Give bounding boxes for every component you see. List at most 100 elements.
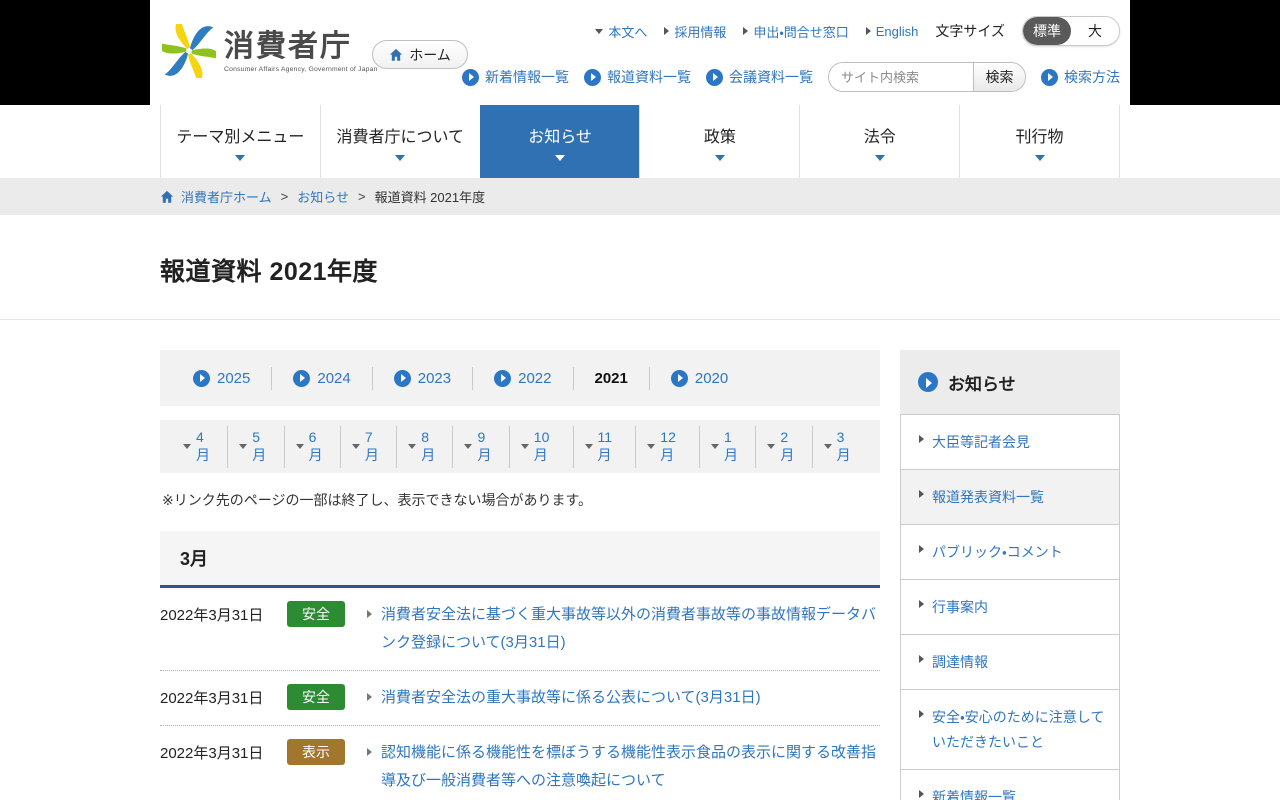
news-row: 2022年3月31日 表示 認知機能に係る機能性を標ぼうする機能性表示食品の表示… — [160, 726, 880, 800]
arrow-marker-icon — [595, 28, 604, 34]
utility-link[interactable]: 採用情報 — [664, 22, 726, 41]
quick-link-label: 新着情報一覧 — [485, 69, 569, 85]
chevron-down-icon — [714, 154, 725, 161]
sidebar-item-label: 大臣等記者会見 — [932, 434, 1030, 450]
breadcrumb-item[interactable]: 消費者庁ホーム — [181, 187, 272, 206]
month-tab[interactable]: 8月 — [397, 425, 454, 468]
sidebar-item[interactable]: 大臣等記者会見 — [901, 414, 1119, 469]
sidebar-item-label: 調達情報 — [932, 654, 988, 670]
quick-link[interactable]: 新着情報一覧 — [462, 67, 569, 87]
search-button[interactable]: 検索 — [973, 63, 1025, 91]
month-tab[interactable]: 1月 — [700, 425, 757, 468]
month-tab[interactable]: 11月 — [574, 425, 637, 468]
nav-tab[interactable]: 政策 — [639, 105, 799, 178]
search-help-link[interactable]: 検索方法 — [1041, 67, 1120, 87]
news-row: 2022年3月31日 安全 消費者安全法に基づく重大事故等以外の消費者事故等の事… — [160, 588, 880, 671]
nav-tab-label: お知らせ — [528, 128, 592, 146]
category-badge: 安全 — [287, 601, 345, 627]
page-title: 報道資料 2021年度 — [160, 258, 379, 286]
sidebar-item[interactable]: 安全・安心のために注意していただきたいこと — [901, 689, 1119, 769]
triangle-right-icon — [919, 655, 924, 663]
sidebar-item[interactable]: 新着情報一覧 — [901, 769, 1119, 800]
breadcrumb-band: 消費者庁ホーム お知らせ 報道資料 2021年度 — [0, 178, 1280, 215]
font-size-option-button[interactable]: 大 — [1071, 17, 1119, 45]
month-tab[interactable]: 7月 — [341, 425, 398, 468]
sidebar-list: 大臣等記者会見 報道発表資料一覧 パブリック・コメント 行事案内 調達情報 安全… — [900, 414, 1120, 800]
news-link[interactable]: 認知機能に係る機能性を標ぼうする機能性表示食品の表示に関する改善指導及び一般消費… — [367, 739, 880, 795]
year-tab[interactable]: 2022 — [473, 366, 574, 390]
utility-link[interactable]: 申出・問合せ窓口 — [743, 22, 849, 41]
triangle-down-icon — [823, 444, 832, 449]
circle-arrow-icon — [193, 369, 210, 387]
utility-link[interactable]: English — [865, 24, 918, 39]
news-title: 認知機能に係る機能性を標ぼうする機能性表示食品の表示に関する改善指導及び一般消費… — [381, 744, 877, 789]
chevron-down-icon — [395, 154, 406, 161]
chevron-down-icon — [874, 154, 885, 161]
nav-tab[interactable]: 消費者庁について — [319, 105, 480, 178]
nav-tab[interactable]: 法令 — [799, 105, 959, 178]
month-tab[interactable]: 5月 — [228, 425, 285, 468]
sidebar-item[interactable]: 報道発表資料一覧 — [901, 469, 1119, 524]
month-tab-label: 7月 — [364, 428, 379, 463]
breadcrumb-home-icon[interactable] — [160, 190, 174, 204]
triangle-down-icon — [647, 444, 656, 449]
sidebar-item-label: パブリック・コメント — [932, 544, 1063, 560]
quick-links-row: 新着情報一覧 報道資料一覧 会議資料一覧 サイト内検索 検索 検索方法 — [462, 62, 1120, 92]
triangle-right-icon — [919, 490, 924, 498]
main-content: 2025 2024 2023 2022 2021 2020 4月 5月 6月 7… — [160, 320, 1120, 800]
breadcrumb-label: お知らせ — [297, 190, 349, 205]
month-tab-label: 9月 — [477, 428, 492, 463]
circle-arrow-icon — [293, 369, 311, 387]
month-tab[interactable]: 6月 — [285, 425, 341, 468]
utility-link-label: 本文へ — [608, 24, 648, 40]
year-tab[interactable]: 2020 — [650, 367, 749, 390]
year-tab[interactable]: 2024 — [272, 366, 373, 390]
month-tab[interactable]: 10月 — [510, 425, 574, 468]
news-link[interactable]: 消費者安全法に基づく重大事故等以外の消費者事故等の事故情報データバンク登録につい… — [367, 601, 880, 657]
breadcrumb-item[interactable]: お知らせ — [272, 187, 349, 206]
news-link[interactable]: 消費者安全法の重大事故等に係る公表について(3月31日) — [367, 684, 880, 712]
month-tab[interactable]: 2月 — [756, 425, 813, 468]
home-button[interactable]: ホーム — [372, 40, 468, 69]
breadcrumb-label: 消費者庁ホーム — [181, 190, 272, 205]
sidebar: お知らせ 大臣等記者会見 報道発表資料一覧 パブリック・コメント 行事案内 調達… — [900, 350, 1120, 800]
month-tab[interactable]: 4月 — [172, 425, 229, 468]
year-tab[interactable]: 2023 — [373, 366, 474, 390]
sidebar-item[interactable]: 調達情報 — [901, 634, 1119, 689]
nav-tab[interactable]: 刊行物 — [959, 105, 1120, 178]
month-tab[interactable]: 9月 — [453, 425, 510, 468]
note-text: ※リンク先のページの一部は終了し、表示できない場合があります。 — [162, 492, 593, 508]
circle-arrow-icon — [393, 369, 411, 387]
news-title: 消費者安全法の重大事故等に係る公表について(3月31日) — [381, 689, 761, 706]
triangle-down-icon — [711, 444, 720, 449]
utility-link-label: 採用情報 — [674, 24, 727, 40]
header-right: 本文へ 採用情報 申出・問合せ窓口 English 文字サイズ 標準 大 新着情… — [462, 16, 1120, 92]
breadcrumb: 消費者庁ホーム お知らせ 報道資料 2021年度 — [160, 178, 1120, 215]
year-tab-label: 2025 — [217, 369, 251, 387]
year-tab[interactable]: 2025 — [172, 366, 273, 390]
month-tab[interactable]: 12月 — [636, 425, 701, 468]
search-input[interactable] — [829, 63, 973, 91]
month-tab[interactable]: 3月 — [813, 426, 868, 468]
news-row: 2022年3月31日 安全 消費者安全法の重大事故等に係る公表について(3月31… — [160, 671, 880, 726]
breadcrumb-label: 報道資料 2021年度 — [374, 190, 486, 205]
quick-link[interactable]: 会議資料一覧 — [706, 67, 813, 87]
font-size-option-button[interactable]: 標準 — [1023, 17, 1071, 45]
quick-link[interactable]: 報道資料一覧 — [584, 67, 691, 87]
agency-logo[interactable]: 消費者庁 Consumer Affairs Agency, Government… — [162, 24, 378, 78]
year-tab[interactable]: 2021 — [574, 366, 650, 390]
header-band: 消費者庁 Consumer Affairs Agency, Government… — [0, 0, 1280, 105]
sidebar-item[interactable]: パブリック・コメント — [901, 524, 1119, 579]
utility-link[interactable]: 本文へ — [595, 22, 647, 41]
quick-link-label: 報道資料一覧 — [607, 69, 691, 85]
quick-link-label: 会議資料一覧 — [729, 69, 813, 85]
circle-arrow-icon — [1041, 68, 1058, 86]
font-size-toggle: 標準 大 — [1022, 16, 1120, 46]
sidebar-item[interactable]: 行事案内 — [901, 579, 1119, 634]
triangle-right-icon — [919, 710, 924, 718]
nav-tab[interactable]: お知らせ — [479, 105, 640, 178]
nav-tab[interactable]: テーマ別メニュー — [160, 105, 320, 178]
sidebar-heading: お知らせ — [948, 374, 1016, 394]
arrow-marker-icon — [664, 27, 670, 35]
breadcrumb-item[interactable]: 報道資料 2021年度 — [349, 187, 486, 206]
